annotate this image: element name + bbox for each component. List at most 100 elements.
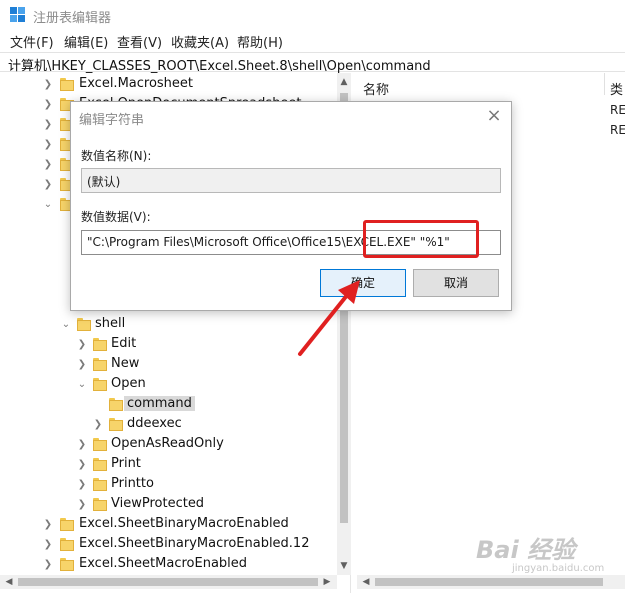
tree-item-label: Excel.SheetBinaryMacroEnabled.12 (79, 536, 310, 551)
folder-icon (93, 338, 107, 351)
folder-icon (109, 418, 123, 431)
tree-item-label: ViewProtected (111, 496, 205, 511)
chevron-right-icon[interactable]: ❯ (76, 455, 88, 475)
tree-item-label: New (111, 356, 140, 371)
folder-icon (60, 558, 74, 571)
folder-icon (93, 498, 107, 511)
scroll-left-icon[interactable]: ◀ (359, 575, 373, 589)
tree-item-label: shell (95, 316, 126, 331)
tree-item[interactable]: ❯ ddeexec (0, 415, 337, 435)
folder-icon (93, 358, 107, 371)
chevron-down-icon[interactable]: ⌄ (60, 315, 72, 335)
tree-item[interactable]: ❯ Excel.Macrosheet (0, 75, 337, 95)
folder-icon (60, 538, 74, 551)
chevron-down-icon[interactable]: ⌄ (42, 195, 54, 215)
tree-item[interactable]: ❯ New (0, 355, 337, 375)
tree-item[interactable]: ❯ ViewProtected (0, 495, 337, 515)
menu-view[interactable]: 查看(V) (117, 32, 162, 51)
chevron-right-icon[interactable]: ❯ (76, 435, 88, 455)
watermark-logo: Bai 经验 (476, 536, 576, 564)
chevron-right-icon[interactable]: ❯ (42, 115, 54, 135)
value-type-cell[interactable]: RE (610, 123, 625, 137)
annotation-arrow-icon (298, 280, 360, 356)
folder-icon (93, 478, 107, 491)
folder-icon (109, 398, 123, 411)
menu-favorites[interactable]: 收藏夹(A) (171, 32, 229, 51)
tree-item[interactable]: ❯ Print (0, 455, 337, 475)
watermark-url: jingyan.baidu.com (512, 563, 605, 574)
baidu-watermark: Bai 经验 jingyan.baidu.com (476, 530, 616, 580)
tree-item-label: command (124, 396, 195, 411)
value-data-label: 数值数据(V): (81, 210, 151, 224)
folder-icon (77, 318, 91, 331)
tree-item-label: Open (111, 376, 146, 391)
scroll-left-icon[interactable]: ◀ (2, 575, 16, 589)
folder-icon (93, 438, 107, 451)
tree-item-label: Printto (111, 476, 154, 491)
title-bar: 注册表编辑器 (0, 0, 625, 30)
menu-help[interactable]: 帮助(H) (237, 32, 283, 51)
tree-item[interactable]: ❯ (0, 175, 74, 195)
chevron-right-icon[interactable]: ❯ (92, 415, 104, 435)
chevron-right-icon[interactable]: ❯ (76, 335, 88, 355)
chevron-right-icon[interactable]: ❯ (42, 175, 54, 195)
chevron-right-icon[interactable]: ❯ (42, 555, 54, 575)
chevron-right-icon[interactable]: ❯ (76, 475, 88, 495)
column-header-name[interactable]: 名称 (363, 79, 389, 98)
scroll-up-icon[interactable]: ▲ (337, 75, 351, 89)
menu-edit[interactable]: 编辑(E) (64, 32, 108, 51)
folder-icon (93, 458, 107, 471)
window-title: 注册表编辑器 (33, 11, 112, 26)
cancel-button[interactable]: 取消 (413, 269, 499, 297)
value-name-label: 数值名称(N): (81, 149, 152, 163)
registry-icon (10, 7, 26, 23)
tree-item-label: Excel.SheetBinaryMacroEnabled (79, 516, 289, 531)
folder-icon (93, 378, 107, 391)
tree-item[interactable]: ⌄ shell (0, 315, 337, 335)
chevron-right-icon[interactable]: ❯ (42, 535, 54, 555)
address-bar[interactable]: 计算机\HKEY_CLASSES_ROOT\Excel.Sheet.8\shel… (0, 52, 625, 74)
address-path[interactable]: 计算机\HKEY_CLASSES_ROOT\Excel.Sheet.8\shel… (8, 55, 431, 74)
dialog-title: 编辑字符串 (79, 113, 145, 128)
tree-item[interactable]: ❯ (0, 135, 74, 155)
chevron-right-icon[interactable]: ❯ (76, 355, 88, 375)
scroll-right-icon[interactable]: ▶ (320, 575, 334, 589)
tree-item[interactable]: ❯ (0, 115, 74, 135)
tree-item-label: Excel.Macrosheet (79, 76, 194, 91)
column-header-type[interactable]: 类 (610, 79, 623, 98)
tree-item[interactable]: ❯ Excel.SheetMacroEnabled (0, 555, 337, 575)
chevron-right-icon[interactable]: ❯ (42, 135, 54, 155)
tree-item-label: Edit (111, 336, 137, 351)
tree-item[interactable]: ⌄ Open (0, 375, 337, 395)
tree-horizontal-scrollbar[interactable]: ◀ ▶ (0, 575, 337, 589)
chevron-right-icon[interactable]: ❯ (42, 75, 54, 95)
tree-item[interactable]: ⌄ (0, 195, 74, 215)
tree-item-selected[interactable]: command (0, 395, 337, 415)
chevron-right-icon[interactable]: ❯ (42, 155, 54, 175)
menu-bar: 文件(F) 编辑(E) 查看(V) 收藏夹(A) 帮助(H) (0, 30, 625, 51)
tree-item[interactable]: ❯ OpenAsReadOnly (0, 435, 337, 455)
tree-item[interactable]: ❯ Edit (0, 335, 337, 355)
chevron-right-icon[interactable]: ❯ (42, 515, 54, 535)
tree-item-label: ddeexec (127, 416, 182, 431)
scrollbar-thumb[interactable] (18, 578, 318, 586)
tree-item[interactable]: ❯ Excel.SheetBinaryMacroEnabled (0, 515, 337, 535)
tree-item[interactable]: ❯ Printto (0, 475, 337, 495)
tree-item-label: Excel.SheetMacroEnabled (79, 556, 248, 571)
chevron-down-icon[interactable]: ⌄ (76, 375, 88, 395)
close-icon[interactable]: × (485, 107, 503, 125)
scroll-down-icon[interactable]: ▼ (337, 559, 351, 573)
menu-file[interactable]: 文件(F) (10, 32, 54, 51)
value-name-field[interactable]: (默认) (81, 168, 501, 193)
column-divider[interactable] (604, 73, 605, 95)
tree-item-label: Print (111, 456, 141, 471)
folder-icon (60, 78, 74, 91)
tree-item[interactable]: ❯ (0, 155, 74, 175)
value-type-cell[interactable]: RE (610, 103, 625, 117)
tree-item-label: OpenAsReadOnly (111, 436, 224, 451)
chevron-right-icon[interactable]: ❯ (76, 495, 88, 515)
folder-icon (60, 518, 74, 531)
tree-item[interactable]: ❯ Excel.SheetBinaryMacroEnabled.12 (0, 535, 337, 555)
annotation-highlight-box (363, 220, 479, 258)
chevron-right-icon[interactable]: ❯ (42, 95, 54, 115)
